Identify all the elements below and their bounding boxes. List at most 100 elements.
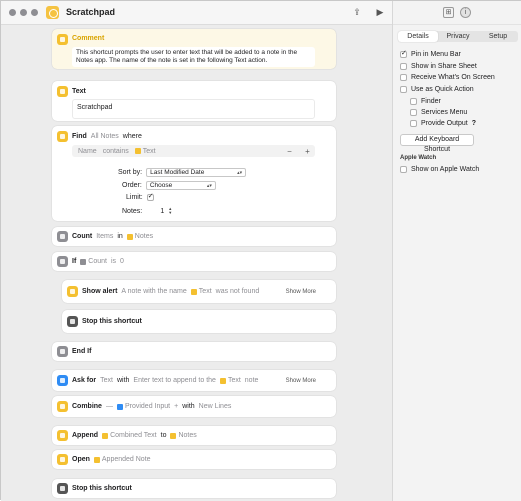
filter-operator[interactable]: contains [103, 148, 129, 155]
comment-action[interactable]: Comment This shortcut prompts the user t… [52, 29, 336, 69]
shortcut-title[interactable]: Scratchpad [66, 7, 115, 17]
append-verb: Append [72, 432, 99, 439]
show-alert-action[interactable]: Show alert A note with the name Text was… [62, 280, 336, 303]
if-operator[interactable]: is [111, 258, 116, 265]
ask-for-input-action[interactable]: Ask for Text with Enter text to append t… [52, 370, 336, 391]
order-select[interactable]: Choose ▴▾ [145, 181, 216, 190]
ask-icon [57, 375, 68, 386]
title-bar: Scratchpad ⇪ ▶ [1, 1, 392, 25]
pin-checkbox[interactable] [400, 49, 407, 58]
share-sheet-checkbox[interactable] [400, 62, 407, 70]
combine-input-token[interactable]: Provided Input [116, 403, 170, 410]
close-window-button[interactable] [9, 9, 16, 16]
count-source-token[interactable]: Notes [126, 233, 153, 240]
zoom-window-button[interactable] [31, 9, 38, 16]
alert-var: Text [198, 288, 212, 295]
option-share-sheet[interactable]: Show in Share Sheet [400, 61, 477, 71]
finder-checkbox[interactable] [410, 97, 417, 105]
ask-show-more[interactable]: Show More [286, 378, 316, 384]
notes-limit-stepper[interactable]: ▲ ▼ [168, 207, 172, 215]
option-label: Show on Apple Watch [411, 165, 480, 173]
sort-by-label: Sort by: [118, 169, 143, 176]
chevron-up-down-icon: ▴▾ [206, 182, 212, 189]
open-what-token[interactable]: Appended Note [93, 456, 151, 463]
if-value[interactable]: 0 [120, 258, 124, 265]
count-verb: Count [72, 233, 93, 240]
combine-separator[interactable]: New Lines [199, 403, 232, 410]
alert-prefix: A note with the name [121, 288, 187, 295]
receive-screen-checkbox[interactable] [400, 73, 407, 81]
open-note-action[interactable]: Open Appended Note [52, 450, 336, 469]
limit-checkbox[interactable] [146, 192, 154, 201]
ask-prompt[interactable]: Enter text to append to the [133, 377, 216, 384]
if-action[interactable]: If Count is 0 [52, 252, 336, 271]
end-if-action[interactable]: End If [52, 342, 336, 361]
minimize-window-button[interactable] [20, 9, 27, 16]
apple-watch-checkbox[interactable] [400, 165, 407, 173]
option-finder[interactable]: Finder [410, 96, 441, 106]
comment-text[interactable]: This shortcut prompts the user to enter … [72, 47, 315, 67]
add-filter-button[interactable]: + [302, 147, 313, 156]
find-notes-action[interactable]: Find All Notes where Name contains Text … [52, 126, 336, 221]
library-icon[interactable]: ⊞ [443, 7, 454, 18]
combine-plus[interactable]: + [174, 403, 178, 410]
play-icon[interactable]: ▶ [374, 6, 386, 18]
if-verb: If [72, 258, 77, 265]
order-label: Order: [122, 182, 142, 189]
sigma-icon [57, 231, 68, 242]
alert-show-more[interactable]: Show More [286, 289, 316, 295]
filter-value-token[interactable]: Text [134, 148, 156, 155]
help-icon[interactable]: ? [472, 120, 476, 127]
sort-by-value: Last Modified Date [150, 169, 205, 176]
end-if-verb: End If [72, 348, 92, 355]
option-quick-action[interactable]: Use as Quick Action [400, 84, 474, 94]
tab-setup[interactable]: Setup [478, 31, 518, 42]
sidebar-tabs: Details Privacy Setup [398, 31, 518, 42]
if-var-token[interactable]: Count [80, 258, 107, 265]
services-checkbox[interactable] [410, 108, 417, 116]
add-keyboard-shortcut-button[interactable]: Add Keyboard Shortcut [400, 134, 474, 153]
alert-var-token[interactable]: Text [190, 288, 212, 295]
stop-icon [57, 483, 68, 494]
option-apple-watch[interactable]: Show on Apple Watch [400, 164, 479, 174]
stop-shortcut-action-final[interactable]: Stop this shortcut [52, 479, 336, 498]
append-what-token[interactable]: Combined Text [102, 432, 157, 439]
append-target-token[interactable]: Notes [170, 432, 197, 439]
sidebar-toolbar: ⊞ i [393, 1, 521, 25]
find-verb: Find [72, 133, 87, 140]
option-label: Services Menu [421, 108, 468, 116]
notes-limit-value[interactable]: 1 [146, 208, 164, 215]
option-provide-output[interactable]: Provide Output? [410, 118, 476, 128]
remove-filter-button[interactable]: − [284, 147, 295, 156]
provide-output-checkbox[interactable] [410, 119, 417, 127]
comment-title: Comment [72, 35, 105, 42]
option-pin-menu-bar[interactable]: Pin in Menu Bar [400, 49, 461, 59]
sort-by-select[interactable]: Last Modified Date ▴▾ [146, 168, 247, 177]
notes-icon [57, 131, 68, 142]
combine-verb: Combine [72, 403, 102, 410]
option-receive-screen[interactable]: Receive What's On Screen [400, 72, 495, 82]
tab-details[interactable]: Details [398, 31, 438, 42]
share-icon[interactable]: ⇪ [351, 6, 363, 18]
option-services-menu[interactable]: Services Menu [410, 107, 467, 117]
quick-action-checkbox[interactable] [400, 85, 407, 93]
comment-icon [57, 34, 68, 45]
ask-suffix: note [244, 377, 259, 384]
provided-input-icon [116, 403, 123, 410]
find-subject[interactable]: All Notes [91, 133, 119, 140]
combine-text-action[interactable]: Combine — Provided Input + with New Line… [52, 396, 336, 417]
tab-privacy[interactable]: Privacy [438, 31, 478, 42]
shortcut-icon[interactable] [46, 6, 59, 19]
ask-type[interactable]: Text [100, 377, 113, 384]
text-value-field[interactable]: Scratchpad [72, 99, 315, 119]
text-action[interactable]: Text Scratchpad [52, 81, 336, 121]
count-action[interactable]: Count Items in Notes [52, 227, 336, 246]
count-what[interactable]: Items [96, 233, 113, 240]
stop-shortcut-action[interactable]: Stop this shortcut [62, 310, 336, 333]
ask-var-token[interactable]: Text [219, 377, 241, 384]
append-to-note-action[interactable]: Append Combined Text to Notes [52, 426, 336, 445]
option-label: Pin in Menu Bar [411, 50, 461, 58]
info-icon[interactable]: i [460, 7, 471, 18]
alert-suffix: was not found [215, 288, 260, 295]
filter-field[interactable]: Name [78, 148, 97, 155]
